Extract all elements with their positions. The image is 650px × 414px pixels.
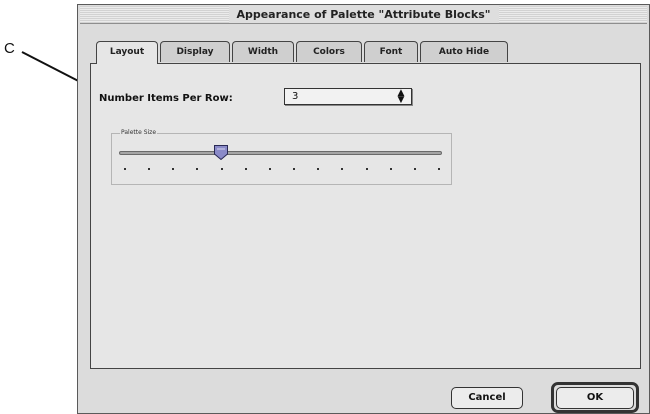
- items-per-row-label: Number Items Per Row:: [99, 93, 233, 104]
- tab-label: Colors: [313, 47, 345, 57]
- tab-width[interactable]: Width: [232, 41, 294, 62]
- slider-tick: [317, 168, 320, 170]
- ok-button[interactable]: OK: [556, 387, 634, 409]
- cancel-button[interactable]: Cancel: [451, 387, 523, 409]
- tab-label: Auto Hide: [438, 47, 490, 57]
- slider-tick: [365, 168, 368, 170]
- slider-tick: [220, 168, 223, 170]
- palette-size-slider-thumb[interactable]: [214, 145, 229, 160]
- tab-colors[interactable]: Colors: [296, 41, 362, 62]
- tab-pane-layout: Number Items Per Row: 3 ▲ ▼ Palette Size: [90, 63, 641, 369]
- items-per-row-popup[interactable]: 3 ▲ ▼: [284, 88, 412, 105]
- tab-label: Display: [176, 47, 214, 57]
- slider-tick: [293, 168, 296, 170]
- palette-size-group: Palette Size: [111, 129, 452, 185]
- slider-tick: [438, 168, 440, 170]
- tab-display[interactable]: Display: [160, 41, 230, 62]
- tab-label: Font: [379, 47, 403, 57]
- dialog-window: Appearance of Palette "Attribute Blocks"…: [77, 4, 650, 414]
- items-per-row-value: 3: [292, 91, 299, 102]
- tab-label: Width: [247, 47, 279, 57]
- palette-size-label: Palette Size: [120, 129, 158, 136]
- slider-tick: [268, 168, 271, 170]
- slider-tick: [413, 168, 416, 170]
- tab-font[interactable]: Font: [364, 41, 418, 62]
- slider-tick: [172, 168, 175, 170]
- tab-label: Layout: [109, 47, 145, 57]
- slider-tick: [148, 168, 151, 170]
- slider-tick: [196, 168, 199, 170]
- slider-tick: [244, 168, 247, 170]
- tab-layout[interactable]: Layout: [96, 41, 158, 64]
- slider-tick: [124, 168, 126, 170]
- window-title: Appearance of Palette "Attribute Blocks": [228, 6, 499, 23]
- up-down-arrows-icon: ▲ ▼: [397, 88, 405, 105]
- slider-tick: [341, 168, 344, 170]
- tab-auto-hide[interactable]: Auto Hide: [420, 41, 508, 62]
- title-bar[interactable]: Appearance of Palette "Attribute Blocks": [80, 6, 647, 24]
- palette-size-slider-track[interactable]: [119, 151, 442, 155]
- slider-tick: [389, 168, 392, 170]
